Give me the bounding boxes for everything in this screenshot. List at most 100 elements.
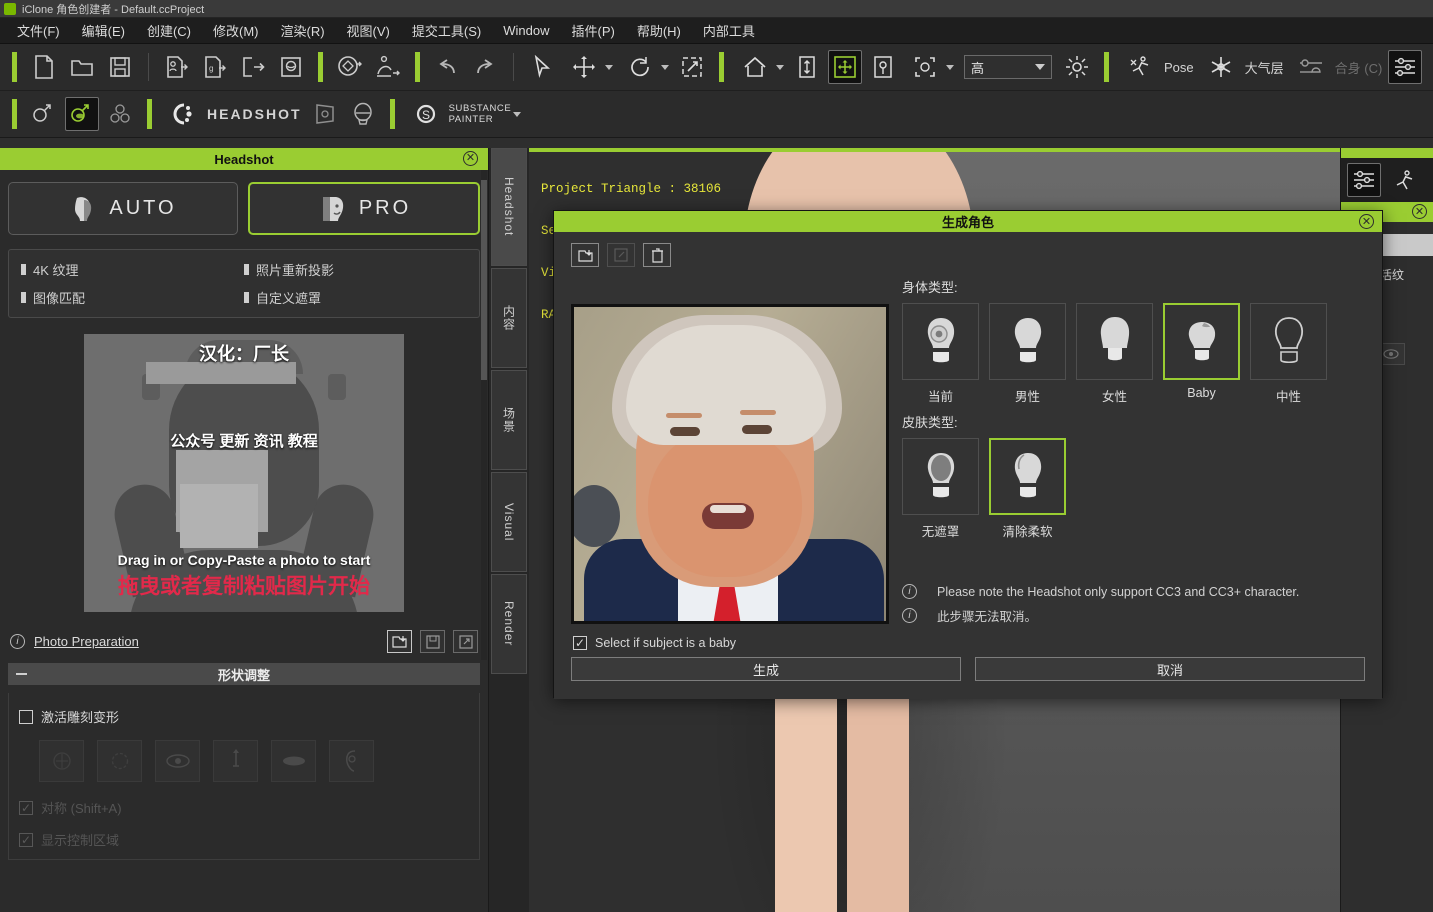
character-creation-button[interactable]	[333, 50, 367, 84]
chevron-down-icon-6[interactable]	[513, 111, 522, 117]
expand-photo-button[interactable]	[453, 630, 478, 653]
body-type-box-current[interactable]	[902, 303, 979, 380]
home-view-button[interactable]	[738, 50, 772, 84]
source-photo-preview[interactable]	[571, 304, 889, 624]
sculpt-ear-button[interactable]	[329, 740, 374, 782]
tab-visual[interactable]: Visual	[491, 472, 527, 572]
close-icon[interactable]: ✕	[463, 151, 478, 166]
home-view-group[interactable]	[736, 50, 784, 84]
sculpt-face-button[interactable]	[97, 740, 142, 782]
chevron-down-icon[interactable]	[605, 64, 613, 70]
chevron-down-icon-2[interactable]	[661, 64, 669, 70]
fit-selected-button[interactable]	[866, 50, 900, 84]
menu-item-edit[interactable]: 编辑(E)	[71, 18, 136, 43]
headshot-plugin-button[interactable]	[166, 97, 200, 131]
baby-subject-checkbox-row[interactable]: Select if subject is a baby	[573, 636, 736, 650]
fit-vertical-button[interactable]	[790, 50, 824, 84]
body-type-option-baby[interactable]: Baby	[1163, 303, 1240, 405]
generate-button[interactable]: 生成	[571, 657, 961, 681]
load-photo-button[interactable]	[387, 630, 412, 653]
transfer-skin-weight-button[interactable]	[371, 50, 405, 84]
pose-button[interactable]	[1123, 50, 1157, 84]
menu-item-help[interactable]: 帮助(H)	[626, 18, 692, 43]
baby-subject-checkbox[interactable]	[573, 636, 587, 650]
frame-group[interactable]	[906, 50, 954, 84]
photo-preparation-link[interactable]: Photo Preparation	[34, 634, 139, 649]
mesh-group-button[interactable]	[103, 97, 137, 131]
fitbody-button[interactable]	[1294, 50, 1328, 84]
head-mask-button[interactable]	[346, 97, 380, 131]
chevron-down-icon-3[interactable]	[776, 64, 784, 70]
material-settings-icon[interactable]	[1347, 163, 1381, 197]
fitbody-group[interactable]: 合身 (C)	[1292, 50, 1382, 84]
sculpt-mouth-button[interactable]	[271, 740, 316, 782]
activate-sculpt-row[interactable]: 激活雕刻变形	[19, 707, 469, 726]
edit-mesh-button[interactable]	[27, 97, 61, 131]
tab-content[interactable]: 内容	[491, 268, 527, 368]
menu-item-window[interactable]: Window	[492, 20, 560, 41]
tab-render[interactable]: Render	[491, 574, 527, 674]
new-project-button[interactable]	[27, 50, 61, 84]
open-project-button[interactable]	[65, 50, 99, 84]
texture-projection-button[interactable]	[308, 97, 342, 131]
close-icon-right[interactable]: ✕	[1412, 204, 1427, 219]
menu-item-create[interactable]: 创建(C)	[136, 18, 202, 43]
save-project-button[interactable]	[103, 50, 137, 84]
frame-object-button[interactable]	[908, 50, 942, 84]
export-button[interactable]	[236, 50, 270, 84]
skin-type-box-softclean[interactable]	[989, 438, 1066, 515]
atmosphere-button[interactable]	[1204, 50, 1238, 84]
show-control-row[interactable]: 显示控制区域	[19, 830, 469, 849]
menu-item-submit-tools[interactable]: 提交工具(S)	[401, 18, 492, 43]
symmetry-row[interactable]: 对称 (Shift+A)	[19, 798, 469, 817]
select-tool-button[interactable]	[525, 50, 559, 84]
headshot-plugin-group[interactable]: HEADSHOT	[164, 97, 302, 131]
menu-item-render[interactable]: 渲染(R)	[270, 18, 336, 43]
collapse-icon[interactable]	[16, 673, 27, 675]
body-type-box-baby[interactable]	[1163, 303, 1240, 380]
activate-sculpt-checkbox[interactable]	[19, 709, 33, 724]
skin-type-option-softclean[interactable]: 清除柔软	[989, 438, 1066, 540]
dialog-close-icon[interactable]: ✕	[1359, 214, 1374, 229]
scale-tool-button[interactable]	[675, 50, 709, 84]
fit-all-button[interactable]	[828, 50, 862, 84]
rotate-tool-group[interactable]	[621, 50, 669, 84]
headshot-mode-auto[interactable]: AUTO	[8, 182, 238, 235]
save-photo-button[interactable]	[420, 630, 445, 653]
sculpt-nose-button[interactable]	[213, 740, 258, 782]
dialog-delete-image-button[interactable]	[643, 243, 671, 267]
menu-item-file[interactable]: 文件(F)	[6, 18, 71, 43]
photo-dropzone[interactable]: 汉化：厂长 公众号 更新 资讯 教程 Drag in or Copy-Paste…	[84, 334, 404, 612]
skin-type-option-nomask[interactable]: 无遮罩	[902, 438, 979, 540]
body-type-option-female[interactable]: 女性	[1076, 303, 1153, 405]
body-type-option-neutral[interactable]: 中性	[1250, 303, 1327, 405]
body-type-option-current[interactable]: 当前	[902, 303, 979, 405]
move-tool-button[interactable]	[567, 50, 601, 84]
import-prop-button[interactable]: g	[198, 50, 232, 84]
headshot-mode-pro[interactable]: PRO	[248, 182, 480, 235]
body-type-box-female[interactable]	[1076, 303, 1153, 380]
lighting-toggle-button[interactable]	[1060, 50, 1094, 84]
redo-button[interactable]	[468, 50, 502, 84]
menu-item-modify[interactable]: 修改(M)	[202, 18, 270, 43]
save-avatar-button[interactable]	[274, 50, 308, 84]
chevron-down-icon-4[interactable]	[946, 64, 954, 70]
undo-button[interactable]	[430, 50, 464, 84]
render-quality-select[interactable]: 高	[964, 55, 1052, 79]
body-type-option-male[interactable]: 男性	[989, 303, 1066, 405]
move-tool-group[interactable]	[565, 50, 613, 84]
tab-headshot[interactable]: Headshot	[491, 148, 527, 266]
dialog-crop-image-button[interactable]	[607, 243, 635, 267]
atmosphere-group[interactable]: 大气层	[1202, 50, 1284, 84]
modify-panel-button[interactable]	[1388, 50, 1423, 84]
menu-item-internal-tools[interactable]: 内部工具	[692, 18, 766, 43]
headshot-mesh-button[interactable]	[65, 97, 99, 131]
left-panel-scroll-thumb[interactable]	[481, 180, 487, 380]
menu-item-view[interactable]: 视图(V)	[336, 18, 401, 43]
cancel-button[interactable]: 取消	[975, 657, 1365, 681]
symmetry-checkbox[interactable]	[19, 800, 33, 815]
show-control-checkbox[interactable]	[19, 832, 33, 847]
tab-scene[interactable]: 场景	[491, 370, 527, 470]
body-type-box-neutral[interactable]	[1250, 303, 1327, 380]
import-character-button[interactable]	[160, 50, 194, 84]
